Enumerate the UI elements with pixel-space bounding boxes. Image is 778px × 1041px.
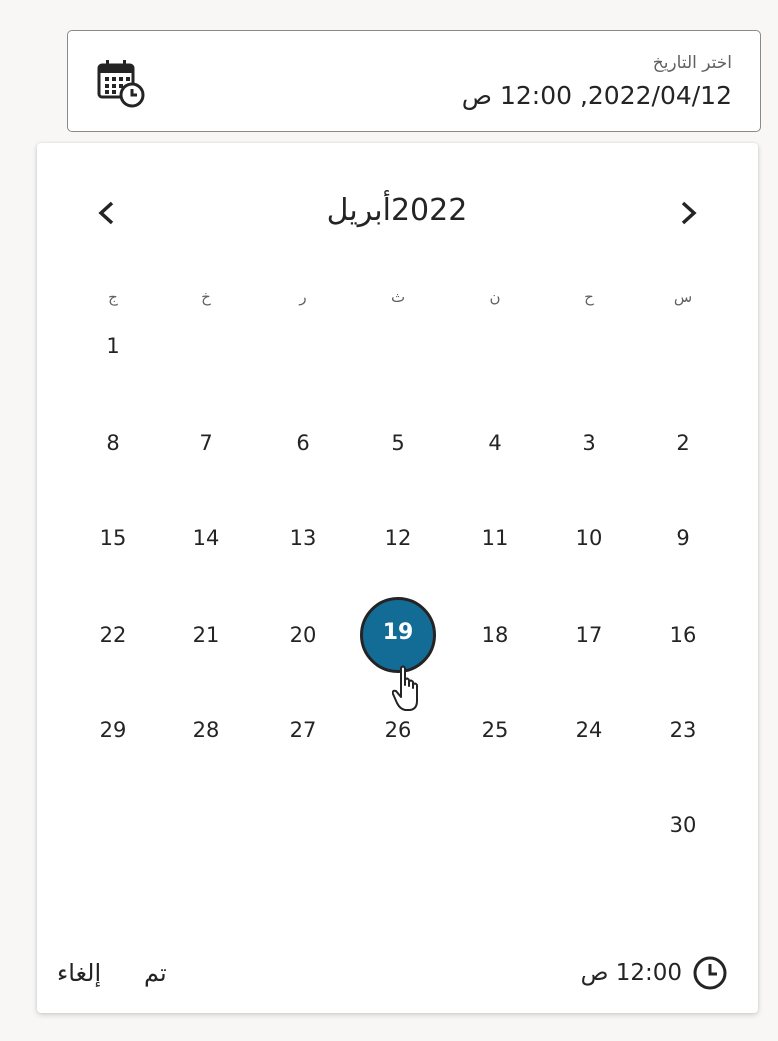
field-value: 2022/04/12, 12:00 ص bbox=[461, 81, 732, 110]
calendar-day[interactable]: 6 bbox=[268, 423, 338, 463]
weekday-label: ر bbox=[299, 288, 307, 306]
calendar-clock-icon[interactable] bbox=[95, 57, 147, 109]
calendar-day[interactable]: 1 bbox=[78, 326, 148, 366]
calendar-day[interactable]: 7 bbox=[171, 423, 241, 463]
weekday-label: ث bbox=[390, 288, 406, 306]
field-label: اختر التاريخ bbox=[652, 53, 732, 73]
calendar-day[interactable]: 22 bbox=[78, 615, 148, 655]
date-picker-popup: أبريل2022 سحنثرخج 1 2 3 4 5 6 7 8 9 10 11 12 13 14 15 1… bbox=[37, 143, 758, 1013]
calendar-day[interactable]: 29 bbox=[78, 710, 148, 750]
chevron-left-icon[interactable] bbox=[87, 189, 127, 237]
calendar-day[interactable]: 13 bbox=[268, 518, 338, 558]
weekday-label: خ bbox=[201, 288, 211, 306]
calendar-day[interactable]: 17 bbox=[554, 615, 624, 655]
calendar-day[interactable]: 21 bbox=[171, 615, 241, 655]
date-time-input[interactable]: اختر التاريخ 2022/04/12, 12:00 ص bbox=[67, 30, 761, 132]
calendar-day[interactable]: 16 bbox=[648, 615, 718, 655]
calendar-day[interactable]: 2 bbox=[648, 423, 718, 463]
calendar-day[interactable]: 8 bbox=[78, 423, 148, 463]
time-selector[interactable]: 12:00 ص bbox=[581, 955, 728, 991]
done-button[interactable]: تم bbox=[144, 955, 167, 991]
selected-day[interactable]: 19 bbox=[360, 597, 436, 673]
year: 2022 bbox=[390, 193, 468, 228]
calendar-day[interactable]: 15 bbox=[78, 518, 148, 558]
weekday-label: ج bbox=[108, 288, 118, 306]
calendar-day[interactable]: 30 bbox=[648, 805, 718, 845]
weekday-label: ن bbox=[489, 288, 501, 306]
calendar-day[interactable]: 4 bbox=[460, 423, 530, 463]
calendar-day[interactable]: 26 bbox=[363, 710, 433, 750]
month-name: أبريل bbox=[326, 193, 391, 228]
calendar-day[interactable]: 12 bbox=[363, 518, 433, 558]
calendar-day[interactable]: 9 bbox=[648, 518, 718, 558]
clock-icon bbox=[693, 956, 727, 990]
calendar-day[interactable]: 24 bbox=[554, 710, 624, 750]
calendar-day[interactable]: 27 bbox=[268, 710, 338, 750]
calendar-day[interactable]: 11 bbox=[460, 518, 530, 558]
calendar-day[interactable]: 3 bbox=[554, 423, 624, 463]
weekday-label: س bbox=[673, 288, 693, 306]
chevron-right-icon[interactable] bbox=[668, 189, 708, 237]
calendar-day[interactable]: 25 bbox=[460, 710, 530, 750]
calendar-day[interactable]: 18 bbox=[460, 615, 530, 655]
hand-cursor-icon bbox=[391, 663, 426, 715]
cancel-button[interactable]: إلغاء bbox=[57, 955, 101, 991]
weekday-label: ح bbox=[584, 288, 594, 306]
calendar-day[interactable]: 20 bbox=[268, 615, 338, 655]
calendar-day[interactable]: 28 bbox=[171, 710, 241, 750]
calendar-day[interactable]: 5 bbox=[363, 423, 433, 463]
calendar-day[interactable]: 10 bbox=[554, 518, 624, 558]
month-year-title: أبريل2022 bbox=[217, 193, 577, 228]
calendar-day[interactable]: 23 bbox=[648, 710, 718, 750]
time-value: 12:00 ص bbox=[580, 960, 682, 986]
calendar-day[interactable]: 14 bbox=[171, 518, 241, 558]
